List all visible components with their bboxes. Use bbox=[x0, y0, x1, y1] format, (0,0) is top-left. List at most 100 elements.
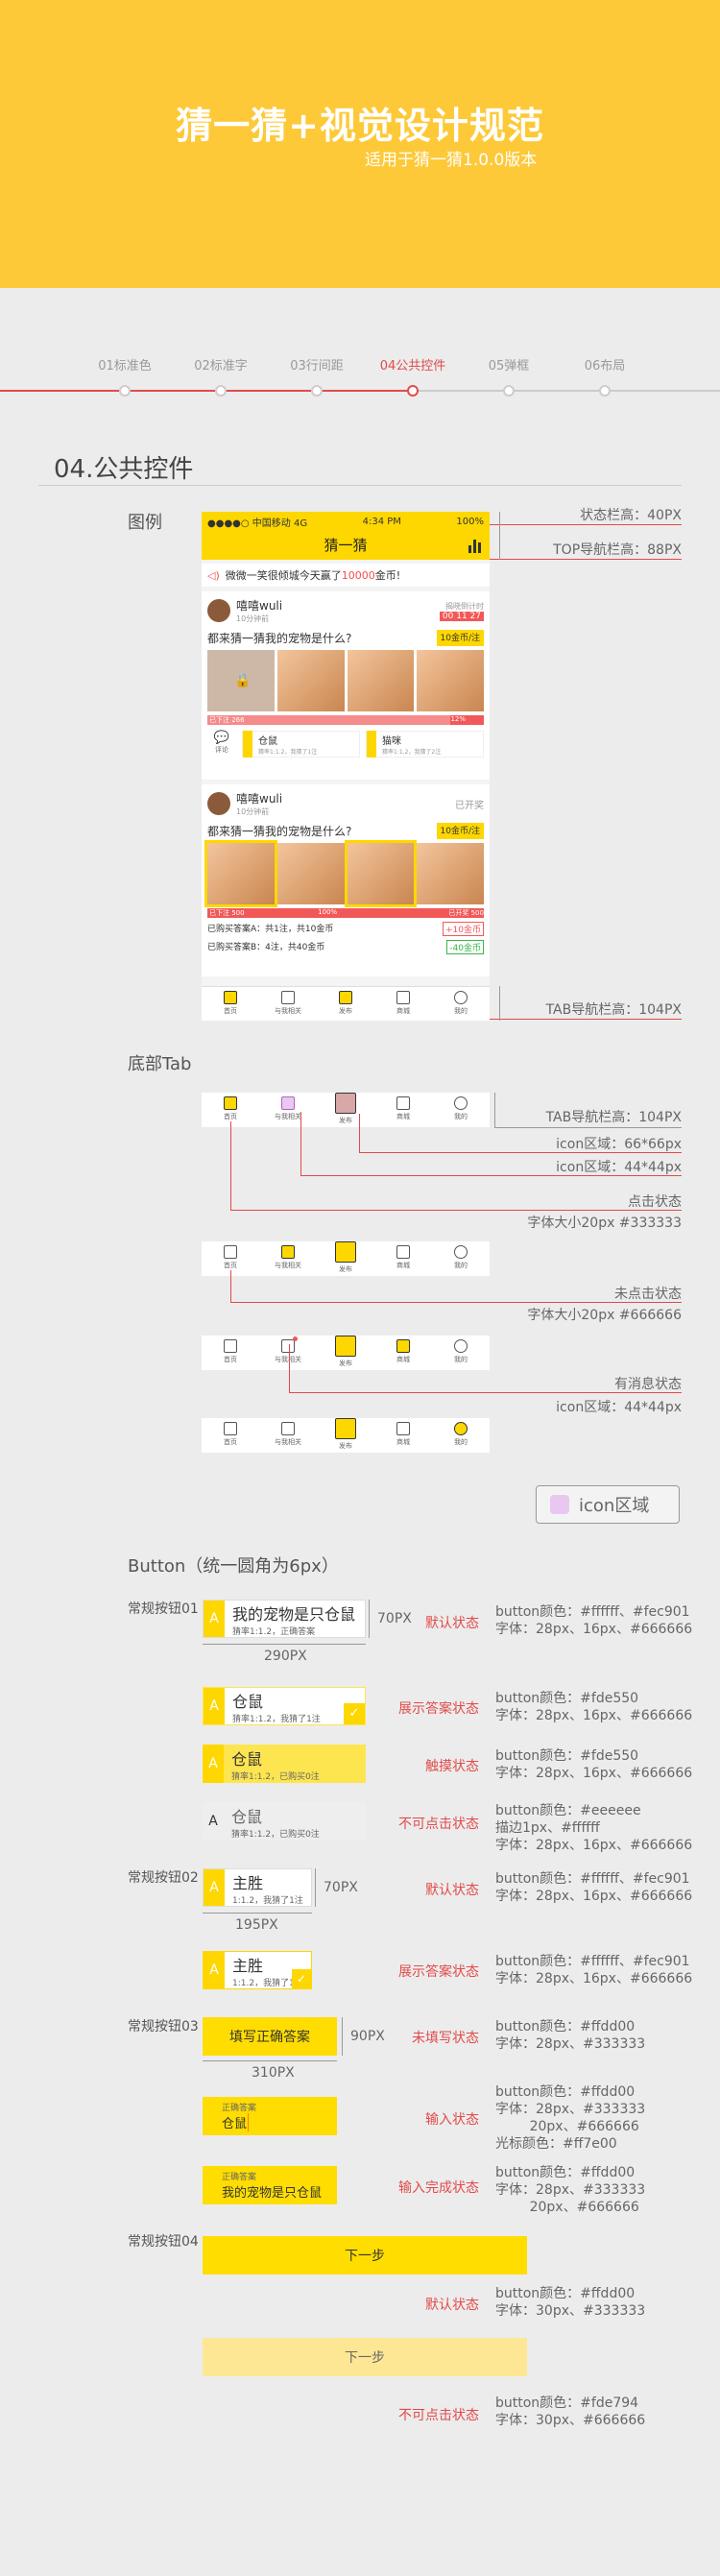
photo-row bbox=[202, 840, 490, 907]
step-2[interactable]: 02标准字 bbox=[173, 355, 269, 397]
answer-button-disabled[interactable]: A 仓鼠 猜率1:1.2，已购买0注 bbox=[203, 1802, 366, 1841]
tab-publish[interactable]: 发布 bbox=[317, 987, 374, 1021]
option-marker bbox=[243, 731, 252, 758]
note-icon-area-3: icon区域：44*44px bbox=[556, 1400, 682, 1415]
pet-photo-selected[interactable] bbox=[204, 840, 277, 907]
tab-publish[interactable]: 发布 bbox=[317, 1241, 374, 1276]
note-msg-state: 有消息状态 bbox=[614, 1377, 682, 1392]
tab-home[interactable]: 首页 bbox=[202, 987, 259, 1021]
pet-photo[interactable] bbox=[276, 650, 345, 711]
spec-line: button颜色：#ffffff、#fec901 bbox=[495, 1604, 690, 1620]
pet-photo[interactable] bbox=[276, 843, 345, 904]
pet-photo[interactable] bbox=[347, 650, 415, 711]
answer-button-pressed[interactable]: A 仓鼠 猜率1:1.2，已购买0注 bbox=[203, 1745, 366, 1783]
tab-related[interactable]: 与我相关 bbox=[259, 1418, 317, 1453]
tab-home[interactable]: 首页 bbox=[202, 1336, 259, 1370]
label-btn01: 常规按钮01 bbox=[128, 1601, 199, 1617]
spec-line: 字体：28px、16px、#666666 bbox=[495, 1971, 693, 1986]
spec-b4: button颜色：#eeeeee 描边1px、#ffffff 字体：28px、16p… bbox=[495, 1802, 692, 1854]
dimension-line bbox=[342, 2017, 343, 2056]
tab-bar: 首页 与我相关 发布 商城 我的 bbox=[202, 986, 490, 1021]
tab-related[interactable]: 与我相关 bbox=[259, 1241, 317, 1276]
tab-publish[interactable]: 发布 bbox=[317, 1093, 374, 1127]
step-5[interactable]: 05弹框 bbox=[461, 355, 557, 397]
tab-me[interactable]: 我的 bbox=[432, 1241, 490, 1276]
label-example: 图例 bbox=[128, 513, 162, 533]
answer-button-default[interactable]: A 我的宠物是只仓鼠 猜率1:1.2，正确答案 bbox=[203, 1600, 366, 1638]
comment-button[interactable]: 💬 评论 bbox=[207, 731, 236, 758]
message-icon bbox=[281, 1336, 298, 1353]
button-sub: 猜率1:1.2，我猜了1注 bbox=[232, 1714, 321, 1724]
label-bottom-tab: 底部Tab bbox=[128, 1054, 192, 1074]
button-title: 仓鼠 bbox=[231, 1749, 263, 1769]
tab-related[interactable]: 与我相关 bbox=[259, 987, 317, 1021]
option-a[interactable]: 仓鼠猜率1:1.2，我猜了1注 bbox=[242, 731, 360, 758]
state-label: 不可点击状态 bbox=[398, 1817, 479, 1832]
tab-mall[interactable]: 商城 bbox=[374, 1093, 432, 1127]
button-title: 我的宠物是只仓鼠 bbox=[232, 1604, 356, 1624]
score-button-shown[interactable]: A 主胜 1:1.2，我猜了1注 ✓ bbox=[203, 1951, 312, 1989]
spec-line: 光标颜色：#ff7e00 bbox=[495, 2136, 617, 2152]
button-sub: 猜率1:1.2，正确答案 bbox=[232, 1626, 316, 1637]
answer-input-typing[interactable]: 正确答案 仓鼠 bbox=[203, 2097, 337, 2135]
tab-related[interactable]: 与我相关 bbox=[259, 1093, 317, 1127]
option-sub: 猜率1:1.2，我猜了1注 bbox=[258, 749, 318, 756]
avatar[interactable] bbox=[207, 792, 230, 815]
plus-icon bbox=[335, 1336, 356, 1357]
label-btn02: 常规按钮02 bbox=[128, 1870, 199, 1886]
step-3[interactable]: 03行间距 bbox=[269, 355, 365, 397]
bag-icon bbox=[396, 1245, 410, 1259]
progress-c: 已开奖 500 bbox=[400, 908, 484, 918]
step-1[interactable]: 01标准色 bbox=[77, 355, 173, 397]
avatar[interactable] bbox=[207, 599, 230, 622]
pet-photo[interactable] bbox=[417, 650, 484, 711]
tab-me[interactable]: 我的 bbox=[432, 987, 490, 1021]
dimension-line bbox=[203, 2060, 337, 2061]
tab-home[interactable]: 首页 bbox=[202, 1418, 259, 1453]
answer-button-shown[interactable]: A 仓鼠 猜率1:1.2，我猜了1注 ✓ bbox=[203, 1687, 366, 1725]
tab-related[interactable]: 与我相关 bbox=[259, 1336, 317, 1370]
badge-dot bbox=[293, 1336, 298, 1341]
tab-me[interactable]: 我的 bbox=[432, 1093, 490, 1127]
step-4[interactable]: 04公共控件 bbox=[365, 355, 461, 397]
button-sub: 1:1.2，我猜了1注 bbox=[232, 1895, 303, 1906]
fill-answer-button[interactable]: 填写正确答案 bbox=[203, 2017, 337, 2056]
tab-publish[interactable]: 发布 bbox=[317, 1336, 374, 1370]
nav-title: 猜一猜 bbox=[324, 537, 368, 554]
home-icon bbox=[224, 1339, 237, 1353]
bet-progress: 已下注 266 12% bbox=[207, 715, 484, 725]
tab-me[interactable]: 我的 bbox=[432, 1336, 490, 1370]
option-title: 仓鼠 bbox=[258, 736, 277, 747]
pet-photo[interactable] bbox=[417, 843, 484, 904]
tab-me[interactable]: 我的 bbox=[432, 1418, 490, 1453]
option-letter: A bbox=[203, 1745, 224, 1783]
tab-publish[interactable]: 发布 bbox=[317, 1418, 374, 1453]
dimension-line bbox=[203, 1913, 312, 1914]
next-button[interactable]: 下一步 bbox=[203, 2236, 527, 2275]
ranking-icon[interactable] bbox=[468, 538, 482, 553]
tab-bar-message: 首页 与我相关 发布 商城 我的 bbox=[202, 1336, 490, 1370]
tab-mall[interactable]: 商城 bbox=[374, 987, 432, 1021]
tab-mall[interactable]: 商城 bbox=[374, 1241, 432, 1276]
annotation-line bbox=[230, 1121, 231, 1210]
result-text: 已购买答案B：4注，共40金币 bbox=[207, 943, 325, 952]
spec-line: 字体：30px、#666666 bbox=[495, 2413, 646, 2428]
annotation-line bbox=[490, 559, 682, 560]
next-button-disabled[interactable]: 下一步 bbox=[203, 2338, 527, 2376]
post-card-1[interactable]: 嘻嘻wuli 10分钟前 揭晓倒计时 00 11 27 都来猜一猜我的宠物是什么? 1… bbox=[202, 591, 490, 780]
tab-label: 首页 bbox=[224, 1007, 237, 1015]
hidden-photo[interactable]: 🔒 bbox=[207, 650, 275, 711]
result-value: +10金币 bbox=[443, 922, 484, 936]
post-card-2[interactable]: 嘻嘻wuli 10分钟前 已开奖 都来猜一猜我的宠物是什么? 10金币/注 已下注 … bbox=[202, 784, 490, 976]
lock-icon: 🔒 bbox=[234, 673, 252, 688]
answer-input-done[interactable]: 正确答案 我的宠物是只仓鼠 bbox=[203, 2166, 337, 2204]
spec-line: button颜色：#fde550 bbox=[495, 1691, 639, 1706]
note-font-2: 字体大小20px #666666 bbox=[527, 1308, 682, 1323]
tab-mall[interactable]: 商城 bbox=[374, 1418, 432, 1453]
tab-mall[interactable]: 商城 bbox=[374, 1336, 432, 1370]
score-button-default[interactable]: A 主胜 1:1.2，我猜了1注 bbox=[203, 1868, 312, 1907]
option-b[interactable]: 猫咪 猜率1:1.2，我猜了2注 bbox=[366, 731, 484, 758]
pet-photo-selected[interactable] bbox=[344, 840, 418, 907]
dim-width: 310PX bbox=[252, 2065, 295, 2081]
step-6[interactable]: 06布局 bbox=[557, 355, 653, 397]
